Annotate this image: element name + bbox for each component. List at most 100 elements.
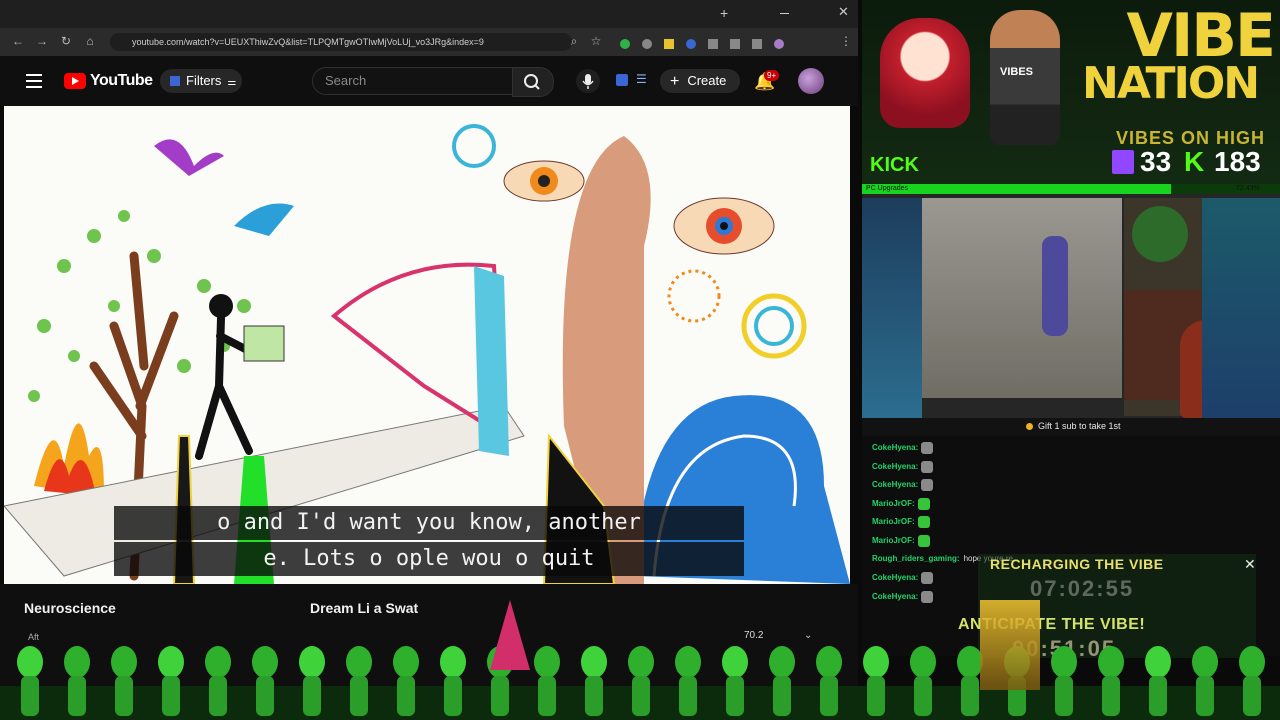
filters-button[interactable]: Filters ⚌ — [160, 69, 242, 93]
chat-emote-icon — [921, 479, 934, 492]
alien-head-icon — [769, 646, 795, 678]
alien-body — [1243, 676, 1261, 716]
account-avatar[interactable] — [798, 68, 824, 94]
alien-head-icon — [675, 646, 701, 678]
brand-title-vibe: VIBE — [1126, 1, 1276, 71]
voice-search-button[interactable] — [576, 69, 600, 93]
chat-emote-icon — [921, 442, 934, 454]
alien-head-icon — [158, 646, 184, 678]
gift-sub-banner[interactable]: Gift 1 sub to take 1st — [1026, 421, 1121, 431]
alien-head-icon — [816, 646, 842, 678]
chat-emote-icon — [921, 590, 934, 603]
alien-decoration-strip — [0, 646, 1280, 720]
goal-progress-label: PC Upgrades — [866, 185, 909, 192]
list-icon[interactable]: ☰ — [636, 72, 647, 86]
alien-body — [303, 676, 321, 716]
alien-head-icon — [581, 646, 607, 678]
alien-head-icon — [346, 646, 372, 678]
home-icon[interactable]: ⌂ — [82, 34, 98, 48]
chat-emote-icon — [917, 497, 930, 510]
back-arrow-icon[interactable]: ← — [10, 34, 26, 48]
alien-head-icon — [628, 646, 654, 678]
chat-emote-icon — [917, 516, 930, 529]
chat-message: CokeHyena: — [872, 572, 934, 585]
chat-username[interactable]: CokeHyena: — [872, 573, 918, 582]
youtube-wordmark[interactable]: YouTube — [90, 72, 153, 90]
alien-head-icon — [111, 646, 137, 678]
kick-k-icon: K — [1184, 146, 1205, 177]
alien-head-icon — [863, 646, 889, 678]
chat-username[interactable]: Rough_riders_gaming: — [872, 554, 960, 563]
close-icon[interactable]: ✕ — [1244, 556, 1256, 573]
forward-arrow-icon[interactable]: → — [34, 34, 50, 48]
chat-emote-icon — [921, 572, 934, 585]
related-video-title-left[interactable]: Neuroscience — [24, 600, 116, 616]
chat-emote-icon — [921, 460, 934, 473]
alien-body — [632, 676, 650, 716]
extension-icons[interactable] — [620, 36, 820, 49]
alien-body — [256, 676, 274, 716]
twitch-icon — [1112, 150, 1134, 174]
video-player[interactable]: o and I'd want you know, another e. Lots… — [4, 106, 850, 584]
zoom-icon[interactable]: ⌕ — [566, 34, 582, 49]
related-video-title-right[interactable]: Dream Li a Swat — [310, 600, 418, 616]
new-tab-button[interactable]: + — [720, 5, 728, 21]
skyline-decoration — [980, 600, 1040, 690]
alien-head-icon — [299, 646, 325, 678]
chat-emote-icon — [917, 535, 930, 547]
window-minimize-icon[interactable] — [780, 13, 789, 14]
chat-message: MarioJrOF: — [872, 497, 930, 510]
kick-follower-count: 183 — [1214, 146, 1261, 177]
chat-username[interactable]: MarioJrOF: — [872, 499, 915, 508]
chat-message: CokeHyena: — [872, 442, 934, 454]
recharging-label: RECHARGING THE VIBE — [990, 556, 1164, 572]
filter-extension-icon — [170, 76, 180, 86]
alien-body — [726, 676, 744, 716]
alien-body — [961, 676, 979, 716]
chat-username[interactable]: CokeHyena: — [872, 443, 918, 452]
search-input[interactable]: Search — [312, 67, 524, 95]
notification-count-badge: 9+ — [764, 70, 780, 81]
alien-body — [1102, 676, 1120, 716]
alien-body — [1196, 676, 1214, 716]
caption-line-2: e. Lots o ople wou o quit — [114, 542, 744, 576]
extension-queue-icon[interactable] — [616, 74, 628, 86]
alien-body — [867, 676, 885, 716]
microphone-icon — [582, 74, 594, 89]
goal-progress-fill — [862, 184, 1171, 194]
browser-menu-icon[interactable]: ⋮ — [838, 34, 854, 48]
hamburger-menu-icon[interactable] — [26, 74, 42, 88]
alien-body — [773, 676, 791, 716]
chat-message: CokeHyena: — [872, 479, 934, 492]
bookmark-star-icon[interactable]: ☆ — [588, 34, 604, 48]
alien-head-icon — [440, 646, 466, 678]
reload-icon[interactable]: ↻ — [58, 34, 74, 48]
caption-line-1: o and I'd want you know, another — [114, 506, 744, 540]
chat-username[interactable]: MarioJrOF: — [872, 536, 915, 545]
create-button[interactable]: + Create — [660, 69, 740, 93]
alien-head-icon — [252, 646, 278, 678]
dancer-vest-text: VIBES — [1000, 66, 1034, 78]
chat-username[interactable]: CokeHyena: — [872, 462, 918, 471]
alien-body — [538, 676, 556, 716]
address-bar[interactable]: youtube.com/watch?v=UEUXThiwZvQ&list=TLP… — [110, 33, 572, 51]
chat-message: CokeHyena: — [872, 590, 934, 603]
window-close-icon[interactable]: ✕ — [838, 4, 849, 20]
create-label: Create — [687, 73, 727, 88]
chat-username[interactable]: MarioJrOF: — [872, 518, 915, 527]
search-icon — [524, 74, 540, 90]
alien-body — [397, 676, 415, 716]
goal-progress-percent: 72.43% — [1236, 185, 1260, 192]
search-button[interactable] — [512, 67, 554, 97]
alien-head-icon — [205, 646, 231, 678]
alien-head-icon — [393, 646, 419, 678]
chat-message: MarioJrOF: — [872, 535, 930, 547]
alien-body — [444, 676, 462, 716]
chat-username[interactable]: CokeHyena: — [872, 592, 918, 601]
chat-username[interactable]: CokeHyena: — [872, 480, 918, 489]
alien-body — [209, 676, 227, 716]
alien-body — [1149, 676, 1167, 716]
alien-body — [491, 676, 509, 716]
alien-body — [820, 676, 838, 716]
follower-count: 33 — [1140, 146, 1172, 177]
